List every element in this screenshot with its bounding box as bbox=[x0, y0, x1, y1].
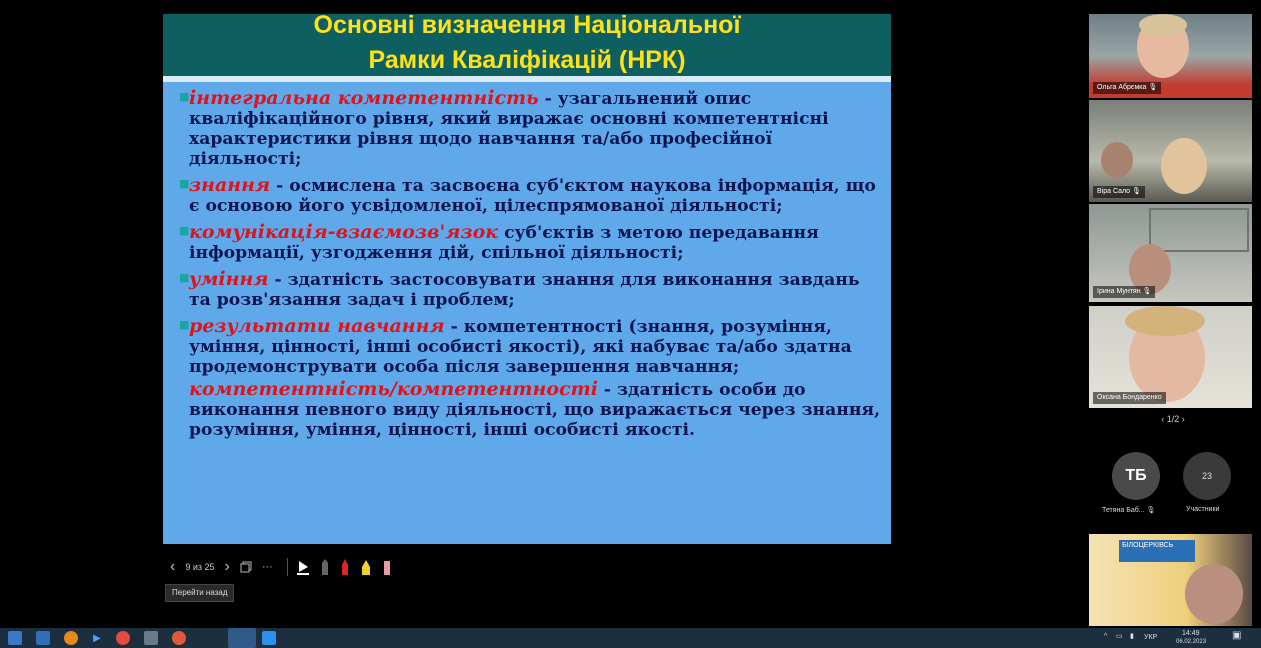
bullet-icon: ■ bbox=[179, 224, 190, 237]
save-icon[interactable] bbox=[36, 631, 50, 645]
page-indicator: 9 из 25 bbox=[185, 562, 215, 572]
definition-item: ■ комунікація-взаємозв'язок суб'єктів з … bbox=[179, 222, 885, 263]
prev-slide-button[interactable]: ‹ bbox=[170, 557, 175, 577]
definition-item: компетентність/компетентності - здатніст… bbox=[179, 379, 885, 440]
slide-title-line1: Основні визначення Національної bbox=[313, 14, 741, 39]
participant-name: Ольга Абрємка 🎙 bbox=[1093, 82, 1162, 94]
highlighter-icon bbox=[341, 559, 348, 575]
pen-icon bbox=[321, 559, 328, 575]
mic-icon: 🎙 bbox=[1148, 84, 1158, 91]
participant-tile[interactable]: Ірина Мунтян 🎙 bbox=[1089, 204, 1252, 302]
windows-taskbar: ▶ ^ ▭ ▮ УКР 14:49 06.02.2023 ▣ bbox=[0, 628, 1261, 648]
shared-screen-thumbnail[interactable]: БІЛОЦЕРКІВСЬ bbox=[1089, 534, 1252, 626]
participant-name: Оксана Бондаренко bbox=[1093, 392, 1166, 404]
slide-title: Основні визначення Національної Рамки Кв… bbox=[163, 14, 891, 78]
clock-time[interactable]: 14:49 bbox=[1182, 630, 1200, 638]
active-app-icon[interactable] bbox=[228, 628, 256, 648]
participants-pager[interactable]: ‹ 1/2 › bbox=[1148, 414, 1198, 424]
participant-tile[interactable]: Ольга Абрємка 🎙 bbox=[1089, 14, 1252, 98]
participant-video bbox=[1185, 564, 1243, 624]
app-icon-orange[interactable] bbox=[64, 631, 78, 645]
slide-divider bbox=[163, 76, 891, 82]
participant-tile[interactable]: Оксана Бондаренко bbox=[1089, 306, 1252, 408]
slide-title-line2: Рамки Кваліфікацій (НРК) bbox=[368, 46, 686, 74]
start-button[interactable] bbox=[8, 631, 22, 645]
eraser-tool-button[interactable] bbox=[382, 557, 392, 577]
language-indicator[interactable]: УКР bbox=[1144, 634, 1157, 642]
definition-term: інтегральна компетентність bbox=[189, 87, 539, 109]
definition-item: ■ знання - осмислена та засвоєна суб'єкт… bbox=[179, 175, 885, 216]
slide-header: Основні визначення Національної Рамки Кв… bbox=[163, 14, 891, 76]
zoom-meeting-icon[interactable] bbox=[262, 631, 276, 645]
definition-item: ■ інтегральна компетентність - узагальне… bbox=[179, 88, 885, 169]
avatar[interactable]: ТБ bbox=[1112, 452, 1160, 500]
pointer-tool-button[interactable] bbox=[296, 557, 310, 577]
mic-icon: 🎙 bbox=[1142, 288, 1152, 295]
marker-icon bbox=[361, 560, 370, 575]
media-player-icon[interactable]: ▶ bbox=[90, 631, 104, 645]
pen-tool-button[interactable] bbox=[320, 557, 330, 577]
marker-tool-button[interactable] bbox=[360, 557, 372, 577]
highlighter-tool-button[interactable] bbox=[340, 557, 350, 577]
definition-term: комунікація-взаємозв'язок bbox=[189, 221, 499, 243]
slide-definitions-list: ■ інтегральна компетентність - узагальне… bbox=[179, 88, 885, 446]
participant-name: Ірина Мунтян 🎙 bbox=[1093, 286, 1156, 298]
participant-tile[interactable]: Віра Сало 🎙 bbox=[1089, 100, 1252, 202]
tooltip: Перейти назад bbox=[165, 584, 235, 602]
bullet-icon: ■ bbox=[179, 177, 190, 190]
clock-date[interactable]: 06.02.2023 bbox=[1176, 638, 1206, 646]
participant-video bbox=[1161, 138, 1207, 194]
participant-name: Віра Сало 🎙 bbox=[1093, 186, 1145, 198]
definition-term: результати навчання bbox=[189, 315, 445, 337]
pointer-icon bbox=[296, 561, 309, 575]
tray-chevron-icon[interactable]: ^ bbox=[1104, 633, 1107, 641]
definition-term: компетентність/компетентності bbox=[189, 378, 598, 400]
shared-screen-banner: БІЛОЦЕРКІВСЬ bbox=[1119, 540, 1195, 562]
avatar-label: Тетяна Баб... 🎙 bbox=[1102, 507, 1156, 514]
slides-grid-button[interactable] bbox=[240, 557, 252, 577]
toolbar-divider bbox=[286, 558, 288, 576]
microphone-icon[interactable]: ▮ bbox=[1130, 633, 1134, 641]
participant-video bbox=[1101, 142, 1133, 178]
participants-count-label: Участники bbox=[1186, 506, 1220, 513]
mic-icon: 🎙 bbox=[1132, 188, 1141, 195]
presentation-slide: Основні визначення Національної Рамки Кв… bbox=[163, 14, 891, 544]
participants-count-button[interactable]: 23 bbox=[1183, 452, 1231, 500]
chalkboard bbox=[1149, 208, 1249, 252]
next-slide-button[interactable]: › bbox=[225, 557, 230, 577]
eraser-icon bbox=[383, 561, 390, 575]
bullet-icon: ■ bbox=[179, 318, 190, 331]
more-options-button[interactable]: ··· bbox=[262, 557, 273, 577]
bullet-icon: ■ bbox=[179, 90, 190, 103]
mic-icon: 🎙 bbox=[1146, 507, 1156, 514]
copy-icon bbox=[240, 561, 252, 573]
definition-item: ■ уміння - здатність застосовувати знанн… bbox=[179, 269, 885, 310]
participant-hair bbox=[1139, 14, 1187, 36]
calculator-icon[interactable] bbox=[144, 631, 158, 645]
definition-text: - осмислена та засвоєна суб'єктом науков… bbox=[189, 176, 876, 216]
chrome-icon[interactable] bbox=[116, 631, 130, 645]
definition-item: ■ результати навчання - компетентності (… bbox=[179, 316, 885, 377]
definition-term: знання bbox=[189, 174, 271, 196]
definition-term: уміння bbox=[189, 268, 269, 290]
bullet-icon: ■ bbox=[179, 271, 190, 284]
participant-hair bbox=[1125, 306, 1205, 336]
notifications-icon[interactable]: ▣ bbox=[1232, 631, 1241, 641]
network-icon[interactable]: ▭ bbox=[1116, 633, 1123, 641]
slide-controls: ‹ 9 из 25 › ··· bbox=[170, 556, 402, 578]
definition-text: - здатність застосовувати знання для вик… bbox=[189, 270, 860, 310]
settings-icon[interactable] bbox=[172, 631, 186, 645]
